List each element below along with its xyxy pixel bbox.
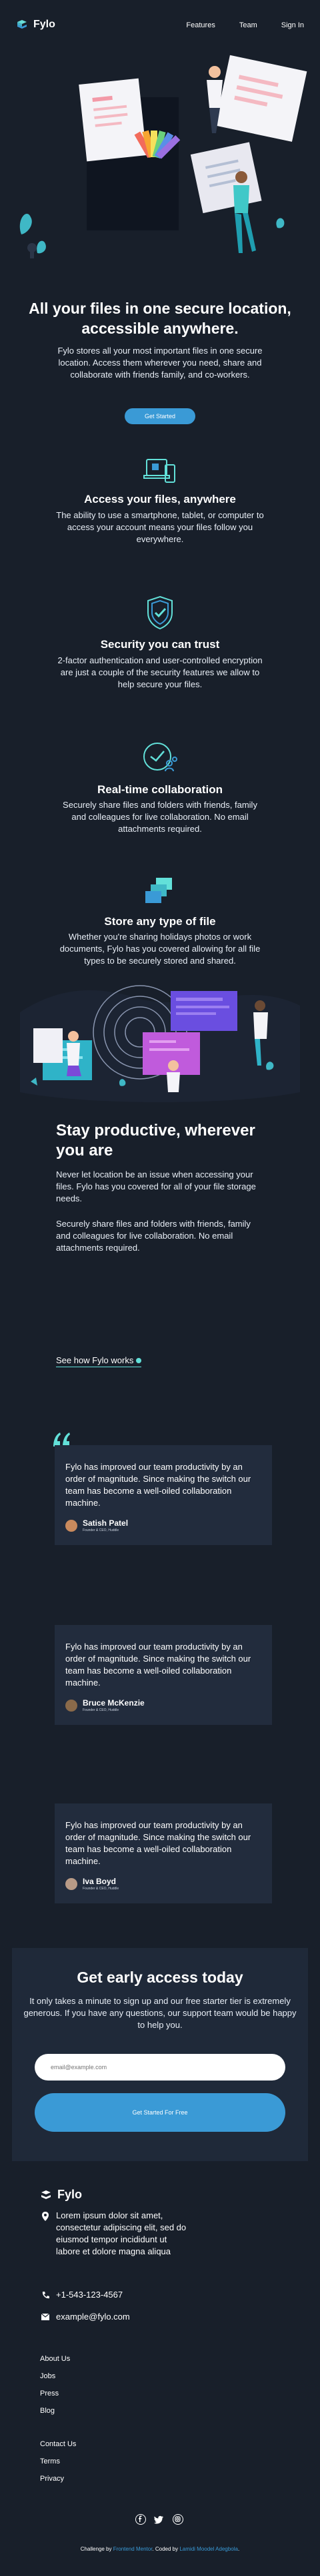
avatar xyxy=(65,1519,77,1532)
feature-title-collaboration: Real-time collaboration xyxy=(97,783,223,796)
testimonial-card: Fylo has improved our team productivity … xyxy=(55,1803,272,1903)
credit-middle: . Coded by xyxy=(152,2546,179,2552)
testimonial-person: Satish Patel Founder & CEO, Huddle xyxy=(65,1518,261,1532)
email-icon xyxy=(41,2314,49,2320)
footer-link-privacy[interactable]: Privacy xyxy=(40,2475,64,2483)
collaboration-icon xyxy=(143,743,177,772)
instagram-icon[interactable] xyxy=(173,2514,183,2525)
attribution: Challenge by Frontend Mentor. Coded by L… xyxy=(0,2546,320,2552)
fylo-logo-icon xyxy=(16,19,28,30)
testimonial-name: Iva Boyd xyxy=(83,1877,117,1886)
testimonial-role: Founder & CEO, Huddle xyxy=(83,1528,119,1532)
testimonial-card: Fylo has improved our team productivity … xyxy=(55,1445,272,1545)
footer-email[interactable]: example@fylo.com xyxy=(56,2311,130,2323)
hero-title: All your files in one secure location, a… xyxy=(29,300,291,337)
feature-title-security: Security you can trust xyxy=(100,638,220,651)
avatar xyxy=(65,1877,77,1890)
early-access-title: Get early access today xyxy=(77,1969,243,1986)
files-stack-icon xyxy=(145,878,172,903)
testimonial-role: Founder & CEO, Huddle xyxy=(83,1887,119,1891)
get-started-free-button[interactable]: Get Started For Free xyxy=(35,2093,285,2132)
testimonial-name: Bruce McKenzie xyxy=(83,1698,145,1708)
testimonial-quote: Fylo has improved our team productivity … xyxy=(65,1642,251,1688)
footer-link-jobs[interactable]: Jobs xyxy=(40,2372,55,2380)
author-link[interactable]: Lamidi Moodel Adegbola xyxy=(179,2546,238,2552)
productive-title: Stay productive, wherever you are xyxy=(56,1122,255,1159)
footer-link-contact[interactable]: Contact Us xyxy=(40,2440,76,2448)
testimonial-name: Satish Patel xyxy=(83,1518,129,1528)
footer-link-blog[interactable]: Blog xyxy=(40,2407,55,2415)
shield-check-icon xyxy=(147,595,173,630)
footer-phone[interactable]: +1-543-123-4567 xyxy=(56,2289,123,2301)
avatar xyxy=(65,1699,77,1712)
footer-link-about[interactable]: About Us xyxy=(40,2355,70,2363)
testimonial-quote: Fylo has improved our team productivity … xyxy=(65,1820,251,1866)
productive-illustration xyxy=(20,985,300,1102)
testimonial-person: Bruce McKenzie Founder & CEO, Huddle xyxy=(65,1698,261,1712)
nav-team[interactable]: Team xyxy=(239,21,257,29)
footer-brand-logo[interactable]: Fylo xyxy=(40,2188,82,2202)
hero-illustration xyxy=(19,55,307,258)
productive-paragraph-1: Never let location be an issue when acce… xyxy=(56,1169,256,1203)
productive-paragraph-2: Securely share files and folders with fr… xyxy=(56,1219,251,1253)
devices-icon xyxy=(143,459,175,483)
feature-body-access: The ability to use a smartphone, tablet,… xyxy=(56,510,264,544)
facebook-icon[interactable] xyxy=(135,2514,146,2525)
testimonial-quote: Fylo has improved our team productivity … xyxy=(65,1462,251,1508)
footer-brand-name: Fylo xyxy=(57,2188,83,2201)
email-field[interactable] xyxy=(35,2054,285,2081)
nav-sign-in[interactable]: Sign In xyxy=(281,21,304,29)
main-nav: Features Team Sign In xyxy=(186,21,304,29)
credit-prefix: Challenge by xyxy=(80,2546,112,2552)
brand-logo[interactable]: Fylo xyxy=(16,19,55,31)
nav-features[interactable]: Features xyxy=(186,21,215,29)
feature-title-access: Access your files, anywhere xyxy=(84,493,236,505)
get-started-button[interactable]: Get Started xyxy=(125,408,195,424)
credit-suffix: . xyxy=(237,2546,240,2552)
testimonial-card: Fylo has improved our team productivity … xyxy=(55,1625,272,1725)
see-how-link-label: See how Fylo works xyxy=(56,1355,134,1365)
arrow-icon xyxy=(136,1357,142,1363)
twitter-icon[interactable] xyxy=(154,2514,165,2525)
footer-address: Lorem ipsum dolor sit amet, consectetur … xyxy=(56,2210,187,2256)
feature-title-storage: Store any type of file xyxy=(104,915,216,928)
location-icon xyxy=(42,2212,49,2221)
feature-body-security: 2-factor authentication and user-control… xyxy=(57,655,263,689)
footer-link-terms[interactable]: Terms xyxy=(40,2457,60,2465)
brand-name: Fylo xyxy=(33,19,55,30)
feature-body-collaboration: Securely share files and folders with fr… xyxy=(63,800,257,834)
testimonial-role: Founder & CEO, Huddle xyxy=(83,1708,119,1712)
early-access-body: It only takes a minute to sign up and ou… xyxy=(23,1996,297,2030)
hero-body: Fylo stores all your most important file… xyxy=(57,346,263,380)
footer-link-press[interactable]: Press xyxy=(40,2390,59,2398)
testimonial-person: Iva Boyd Founder & CEO, Huddle xyxy=(65,1877,261,1891)
fylo-logo-icon xyxy=(40,2190,52,2200)
phone-icon xyxy=(42,2292,49,2299)
see-how-fylo-works-link[interactable]: See how Fylo works xyxy=(56,1355,142,1367)
frontend-mentor-link[interactable]: Frontend Mentor xyxy=(113,2546,153,2552)
